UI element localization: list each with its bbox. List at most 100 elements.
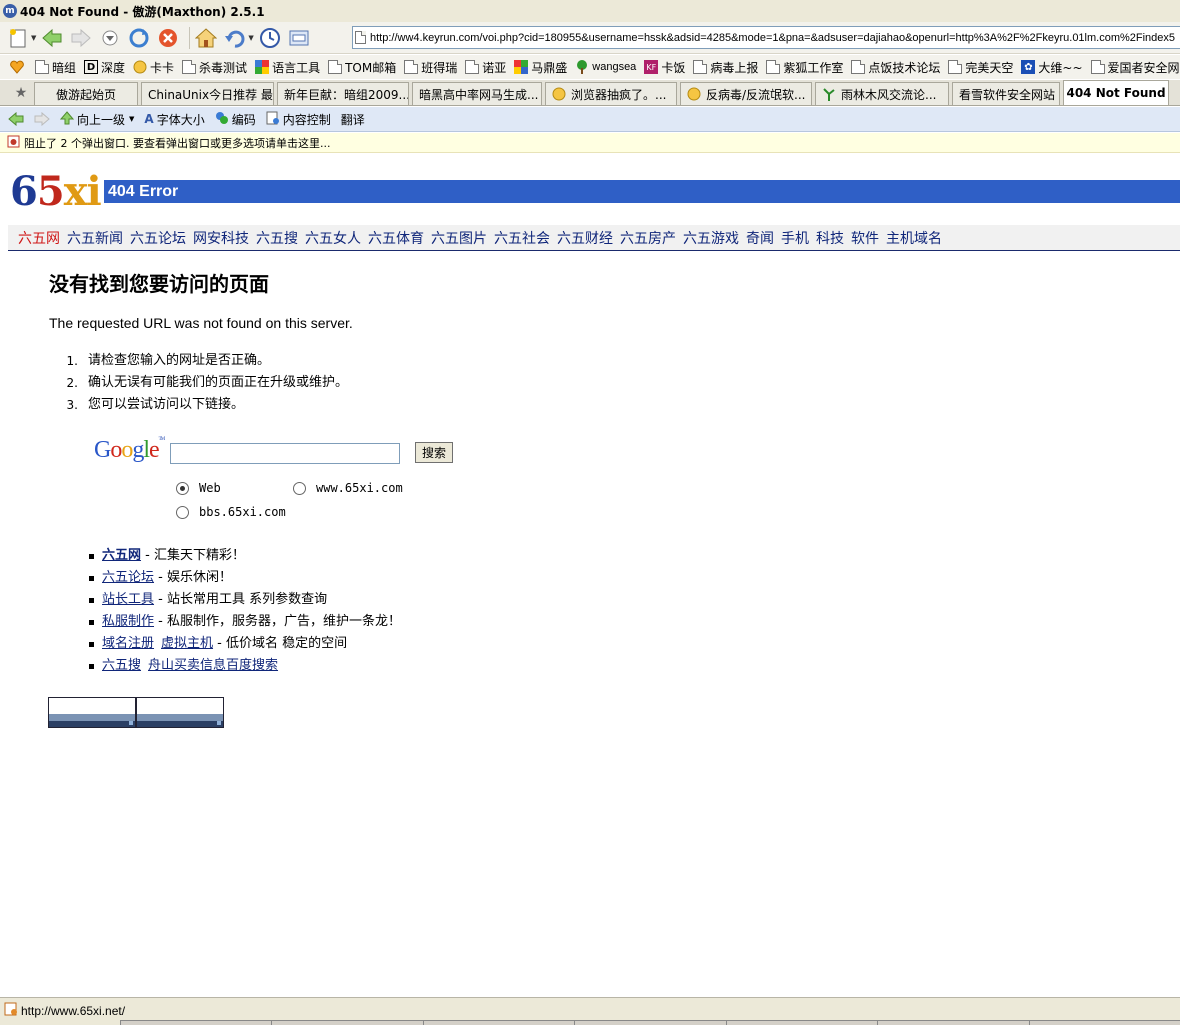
nav-item-society[interactable]: 六五社会 [494,228,550,248]
content-control-button[interactable]: 内容控制 [266,111,331,128]
nav-item-news[interactable]: 六五新闻 [67,228,123,248]
google-logo[interactable]: GoogleTM [94,437,165,464]
encoding-icon [215,111,229,128]
fav-item-bingdu[interactable]: 病毒上报 [693,59,758,76]
link-forum[interactable]: 六五论坛 [102,570,154,585]
radio-web[interactable]: Web [176,481,221,495]
banner-1[interactable] [48,697,136,728]
status-page-icon [4,1002,18,1019]
google-search-input[interactable] [170,443,400,464]
popup-blocked-bar[interactable]: 阻止了 2 个弹出窗口. 要查看弹出窗口或更多选项请单击这里... [0,133,1180,153]
nav-item-search[interactable]: 六五搜 [256,228,298,248]
tab-anhei[interactable]: 暗黑高中率网马生成... [412,82,542,105]
home-icon[interactable] [194,26,218,50]
nav-item-women[interactable]: 六五女人 [305,228,361,248]
undo-close-icon[interactable] [223,26,247,50]
nav-item-pictures[interactable]: 六五图片 [431,228,487,248]
nav-item-house[interactable]: 六五房产 [620,228,676,248]
content-control-icon [266,111,280,128]
fav-item-wanmei[interactable]: 完美天空 [948,59,1013,76]
fav-item-bandari[interactable]: 班得瑞 [404,59,457,76]
translate-button[interactable]: 翻译 [341,111,365,128]
status-pane [271,1020,423,1025]
fav-item-anzu[interactable]: 暗组 [35,59,76,76]
tab-404-active[interactable]: 404 Not Found [1063,80,1169,105]
fav-item-wangsea[interactable]: wangsea [575,60,636,74]
nav-item-finance[interactable]: 六五财经 [557,228,613,248]
tab-browser[interactable]: 浏览器抽疯了。... [545,82,677,105]
nav-item-games[interactable]: 六五游戏 [683,228,739,248]
fav-item-madingsheng[interactable]: 马鼎盛 [514,59,567,76]
tab-antivirus[interactable]: 反病毒/反流氓软... [680,82,812,105]
banner-2[interactable] [136,697,224,728]
page-icon [948,60,963,74]
clock-icon[interactable] [258,26,282,50]
refresh-icon[interactable] [127,26,151,50]
sub-forward-icon[interactable] [34,112,50,126]
link-domain-register[interactable]: 域名注册 [102,636,154,651]
link-webmaster-tools[interactable]: 站长工具 [102,592,154,607]
error-label: 404 Error [108,183,179,200]
radio-bbs-circle[interactable] [176,505,189,519]
radio-web-circle[interactable] [176,481,189,495]
fav-item-nuoya[interactable]: 诺亚 [465,59,506,76]
address-bar[interactable]: http://ww4.keyrun.com/voi.php?cid=180955… [352,26,1180,49]
tab-yulin[interactable]: 雨林木风交流论... [815,82,949,105]
fav-item-yuyan[interactable]: 语言工具 [255,59,320,76]
nav-item-sports[interactable]: 六五体育 [368,228,424,248]
new-page-icon[interactable] [6,26,30,50]
nav-item-software[interactable]: 软件 [851,228,879,248]
fav-item-kaka[interactable]: 卡卡 [133,59,174,76]
nav-item-odd-news[interactable]: 奇闻 [746,228,774,248]
font-size-button[interactable]: A 字体大小 [144,111,204,128]
radio-65xi[interactable]: www.65xi.com [293,481,403,495]
favorites-heart[interactable] [10,60,27,74]
sub-back-icon[interactable] [8,112,24,126]
history-dropdown-icon[interactable] [98,26,122,50]
status-pane [574,1020,726,1025]
stop-icon[interactable] [156,26,180,50]
site-logo[interactable]: 65xi [10,170,102,214]
nav-item-liuwu[interactable]: 六五网 [18,228,60,248]
link-private-server[interactable]: 私服制作 [102,614,154,629]
search-button[interactable]: 搜索 [415,442,453,463]
fav-item-zihu[interactable]: 紫狐工作室 [766,59,843,76]
font-icon: A [144,112,154,126]
forward-icon[interactable] [69,26,93,50]
fav-item-shadu[interactable]: 杀毒测试 [182,59,247,76]
link-liuwu[interactable]: 六五网 [102,548,141,563]
go-up-button[interactable]: 向上一级 ▼ [59,110,134,128]
screen-capture-icon[interactable] [287,26,311,50]
undo-dropdown-icon[interactable]: ▼ [248,34,253,42]
tab-maxthon-start[interactable]: 傲游起始页 [34,82,138,105]
nav-item-hosting[interactable]: 主机域名 [886,228,942,248]
tab-anzu-2009[interactable]: 新年巨献：暗组2009... [277,82,409,105]
back-icon[interactable] [40,26,64,50]
new-page-dropdown-icon[interactable]: ▼ [31,34,36,42]
radio-bbs[interactable]: bbs.65xi.com [176,505,286,519]
encoding-button[interactable]: 编码 [215,111,256,128]
link-zhoushan[interactable]: 舟山买卖信息百度搜索 [148,658,278,673]
fav-item-tom[interactable]: TOM邮箱 [328,59,396,76]
address-url[interactable]: http://ww4.keyrun.com/voi.php?cid=180955… [370,32,1175,44]
fav-item-dawei[interactable]: ✿ 大维~~ [1021,59,1083,76]
nav-item-mobile[interactable]: 手机 [781,228,809,248]
page-icon [851,60,866,74]
fav-item-kafan[interactable]: KF 卡饭 [644,59,685,76]
radio-65xi-circle[interactable] [293,481,306,495]
tab-kanxue[interactable]: 看雪软件安全网站 [952,82,1060,105]
kaka-icon [552,87,566,101]
google-logo-letter: o [121,437,133,463]
link-search[interactable]: 六五搜 [102,658,141,673]
tab-chinaunix[interactable]: ChinaUnix今日推荐 最... [141,82,274,105]
nav-item-forum[interactable]: 六五论坛 [130,228,186,248]
link-virtual-host[interactable]: 虚拟主机 [161,636,213,651]
list-item: 六五搜 舟山买卖信息百度搜索 [89,655,401,677]
fav-item-dianfan[interactable]: 点饭技术论坛 [851,59,940,76]
favorites-bar: 暗组 D 深度 卡卡 杀毒测试 语言工具 TOM邮箱 班得瑞 诺亚 马鼎盛 wan… [0,55,1180,79]
nav-item-security[interactable]: 网安科技 [193,228,249,248]
nav-item-tech[interactable]: 科技 [816,228,844,248]
star-icon[interactable]: ★ [8,81,34,105]
fav-item-shendu[interactable]: D 深度 [84,59,125,76]
fav-item-aiguozhe[interactable]: 爱国者安全网 [1090,59,1180,76]
